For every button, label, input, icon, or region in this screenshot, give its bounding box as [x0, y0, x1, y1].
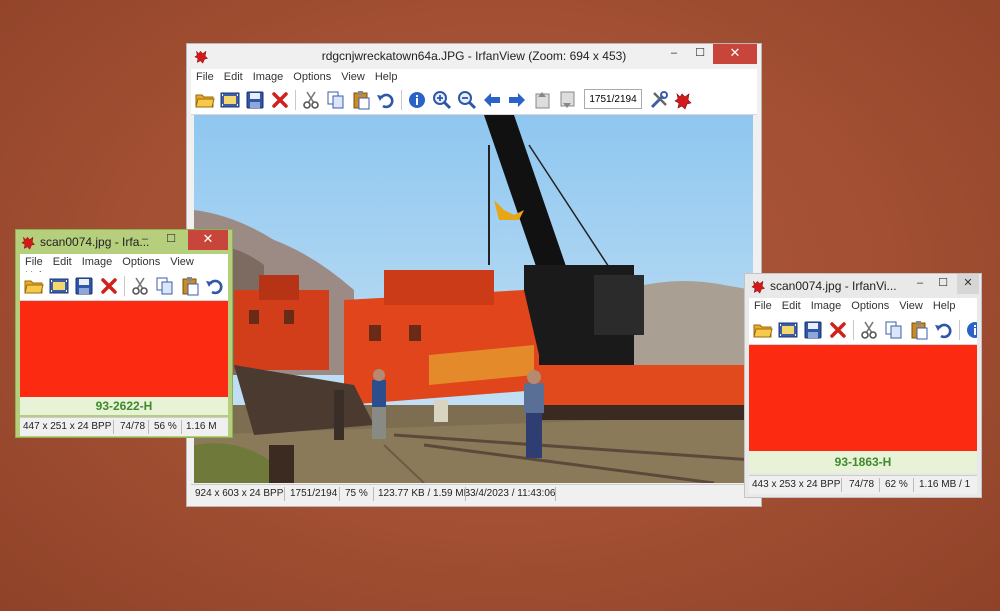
- menu-view[interactable]: View: [165, 254, 199, 268]
- save-icon[interactable]: [803, 320, 823, 340]
- next-icon[interactable]: [507, 90, 527, 110]
- menu-image[interactable]: Image: [806, 298, 847, 312]
- paste-icon[interactable]: [351, 90, 371, 110]
- info-icon[interactable]: [407, 90, 427, 110]
- close-button[interactable]: ✕: [188, 230, 228, 250]
- status-zoom: 75 %: [345, 488, 368, 499]
- scan-caption: 93-2622-H: [20, 397, 228, 415]
- undo-icon[interactable]: [376, 90, 396, 110]
- status-dimensions: 443 x 253 x 24 BPP: [752, 479, 841, 490]
- menu-options[interactable]: Options: [846, 298, 894, 312]
- open-folder-icon[interactable]: [753, 320, 773, 340]
- toolbar: [20, 272, 228, 301]
- cut-icon[interactable]: [301, 90, 321, 110]
- left-window: scan0074.jpg - Irfa... – ☐ ✕ File Edit Ima…: [15, 229, 233, 438]
- main-window: rdgcnjwreckatown64a.JPG - IrfanView (Zoo…: [186, 43, 762, 507]
- settings-icon[interactable]: [649, 90, 669, 110]
- status-bar: 447 x 251 x 24 BPP 74/78 56 % 1.16 M: [20, 417, 228, 436]
- menu-view[interactable]: View: [894, 298, 928, 312]
- menu-options[interactable]: Options: [288, 69, 336, 83]
- copy-icon[interactable]: [884, 320, 904, 340]
- paste-icon[interactable]: [180, 276, 200, 296]
- cut-icon[interactable]: [130, 276, 150, 296]
- desktop: { "main_window": { "title": "rdgcnjwreck…: [0, 0, 1000, 611]
- close-button[interactable]: ✕: [957, 274, 979, 294]
- menu-bar: FileEditImageOptionsViewHelp: [749, 298, 977, 316]
- menu-file[interactable]: File: [20, 254, 48, 268]
- info-icon[interactable]: [965, 320, 977, 340]
- slideshow-icon[interactable]: [778, 320, 798, 340]
- menu-edit[interactable]: Edit: [219, 69, 248, 83]
- train-wreck-photo: [194, 115, 753, 483]
- menu-file[interactable]: File: [191, 69, 219, 83]
- menu-file[interactable]: File: [749, 298, 777, 312]
- irfanview-icon[interactable]: [674, 90, 694, 110]
- slideshow-icon[interactable]: [220, 90, 240, 110]
- first-page-icon[interactable]: [533, 90, 553, 110]
- undo-icon[interactable]: [205, 276, 225, 296]
- menu-help[interactable]: Help: [928, 298, 961, 312]
- main-title-bar[interactable]: rdgcnjwreckatown64a.JPG - IrfanView (Zoo…: [187, 44, 761, 68]
- menu-options[interactable]: Options: [117, 254, 165, 268]
- status-index: 74/78: [120, 421, 146, 432]
- maximize-button[interactable]: ☐: [687, 44, 713, 64]
- delete-icon[interactable]: [828, 320, 848, 340]
- copy-icon[interactable]: [155, 276, 175, 296]
- paste-icon[interactable]: [909, 320, 929, 340]
- scan-image[interactable]: [749, 345, 977, 451]
- menu-image[interactable]: Image: [77, 254, 118, 268]
- menu-bar: FileEditImageOptionsViewHelp: [20, 254, 228, 282]
- slideshow-icon[interactable]: [49, 276, 69, 296]
- cut-icon[interactable]: [859, 320, 879, 340]
- scan-caption: 93-1863-H: [749, 451, 977, 473]
- status-bar: 443 x 253 x 24 BPP 74/78 62 % 1.16 MB / …: [749, 475, 977, 494]
- maximize-button[interactable]: ☐: [930, 274, 956, 294]
- zoom-in-icon[interactable]: [432, 90, 452, 110]
- open-folder-icon[interactable]: [24, 276, 44, 296]
- toolbar: [749, 316, 977, 345]
- menu-image[interactable]: Image: [248, 69, 289, 83]
- save-icon[interactable]: [245, 90, 265, 110]
- save-icon[interactable]: [74, 276, 94, 296]
- menu-bar: FileEditImageOptionsViewHelp: [191, 69, 757, 87]
- minimize-button[interactable]: –: [661, 44, 687, 64]
- status-bar: 924 x 603 x 24 BPP 1751/2194 75 % 123.77…: [191, 484, 757, 506]
- left-title-bar[interactable]: scan0074.jpg - Irfa... – ☐ ✕: [16, 230, 232, 254]
- toolbar: [191, 86, 757, 115]
- irfanview-icon: [21, 234, 37, 250]
- irfanview-icon: [751, 278, 767, 294]
- right-window: scan0074.jpg - IrfanVi... – ☐ ✕ File Edit…: [744, 273, 982, 498]
- status-dimensions: 447 x 251 x 24 BPP: [23, 421, 112, 432]
- window-title: scan0074.jpg - IrfanVi...: [770, 279, 897, 293]
- minimize-button[interactable]: –: [132, 230, 158, 250]
- image-view[interactable]: [194, 115, 753, 483]
- close-button[interactable]: ✕: [713, 44, 757, 64]
- last-page-icon[interactable]: [558, 90, 578, 110]
- previous-icon[interactable]: [482, 90, 502, 110]
- maximize-button[interactable]: ☐: [158, 230, 184, 250]
- menu-edit[interactable]: Edit: [777, 298, 806, 312]
- menu-edit[interactable]: Edit: [48, 254, 77, 268]
- status-zoom: 56 %: [154, 421, 177, 432]
- scan-image[interactable]: [20, 301, 228, 397]
- menu-help[interactable]: Help: [370, 69, 403, 83]
- delete-icon[interactable]: [99, 276, 119, 296]
- right-title-bar[interactable]: scan0074.jpg - IrfanVi... – ☐ ✕: [745, 274, 981, 298]
- status-zoom: 62 %: [885, 479, 908, 490]
- status-dimensions: 924 x 603 x 24 BPP: [195, 488, 284, 499]
- undo-icon[interactable]: [934, 320, 954, 340]
- page-number-field[interactable]: [584, 89, 642, 109]
- zoom-out-icon[interactable]: [457, 90, 477, 110]
- menu-view[interactable]: View: [336, 69, 370, 83]
- status-index: 74/78: [849, 479, 875, 490]
- open-folder-icon[interactable]: [195, 90, 215, 110]
- status-datetime: 3/4/2023 / 11:43:06: [470, 488, 556, 499]
- status-size: 123.77 KB / 1.59 MB: [378, 488, 471, 499]
- delete-icon[interactable]: [270, 90, 290, 110]
- status-size: 1.16 MB / 1: [919, 479, 971, 490]
- copy-icon[interactable]: [326, 90, 346, 110]
- status-index: 1751/2194: [290, 488, 338, 499]
- status-size: 1.16 M: [186, 421, 217, 432]
